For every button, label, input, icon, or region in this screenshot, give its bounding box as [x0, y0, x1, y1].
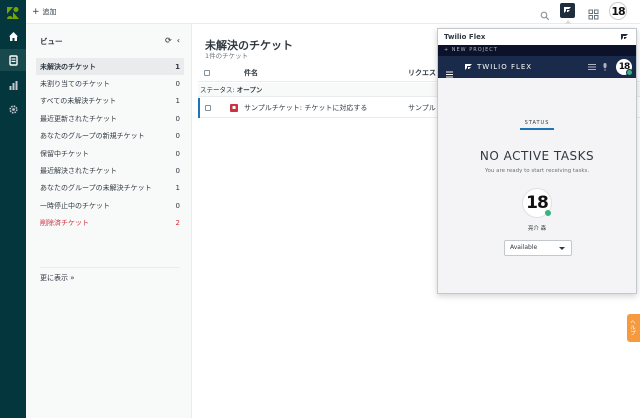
user-avatar[interactable]: 18 [609, 2, 627, 20]
view-item-label: 保留中チケット [40, 149, 89, 158]
twilio-flex-app-icon[interactable] [560, 3, 575, 18]
view-item-count: 0 [175, 132, 180, 141]
twilio-flex-popup: Twilio Flex + NEW PROJECT TWILIO FLEX 18… [437, 28, 637, 294]
agent-avatar-large: 18 [522, 188, 552, 218]
search-icon[interactable] [540, 6, 550, 21]
top-bar: + 追加 18 [26, 0, 640, 25]
no-active-tasks-heading: NO ACTIVE TASKS [479, 149, 595, 163]
view-item-count: 0 [175, 201, 180, 210]
flex-header-icons [588, 63, 608, 71]
flex-body: STATUS NO ACTIVE TASKS You are ready to … [438, 78, 636, 293]
show-more-link[interactable]: 更に表示 » [40, 273, 75, 283]
tab-status[interactable]: STATUS [438, 120, 636, 126]
agent-name: 亮介 森 [527, 226, 547, 232]
view-item-label: あなたのグループの新規チケット [40, 132, 145, 141]
zendesk-logo-icon[interactable] [6, 6, 20, 20]
views-icon[interactable] [0, 49, 26, 71]
add-button-label: 追加 [42, 8, 57, 16]
view-item-group-unsolved[interactable]: あなたのグループの未解決チケット 1 [36, 180, 184, 197]
view-item-count: 2 [175, 219, 180, 228]
view-item-label: 削除済チケット [40, 219, 89, 228]
views-header: ビュー ⟳ ‹ [40, 36, 180, 48]
view-item-unassigned[interactable]: 未割り当てのチケット 0 [36, 75, 184, 92]
view-item-all-unsolved[interactable]: すべての未解決チケット 1 [36, 93, 184, 110]
collapse-chevron-icon[interactable]: ‹ [177, 36, 180, 45]
tab-status-underline [520, 128, 554, 130]
views-heading: ビュー [40, 37, 63, 46]
add-button[interactable]: + 追加 [32, 5, 57, 19]
ticket-subject[interactable]: サンプルチケット: チケットに対応する [244, 103, 367, 113]
help-tab[interactable]: ヘルプ [627, 314, 640, 342]
flex-brand-text: TWILIO FLEX [477, 63, 533, 71]
twilio-flex-logo-icon [620, 32, 629, 41]
row-selected-indicator [198, 98, 200, 118]
availability-select[interactable]: Available [504, 240, 572, 256]
view-item-count: 1 [175, 62, 180, 71]
chevron-down-icon [559, 247, 565, 250]
view-item-count: 0 [175, 114, 180, 123]
microphone-icon[interactable] [602, 63, 608, 71]
apps-grid-icon[interactable] [588, 5, 599, 20]
list-icon[interactable] [588, 63, 596, 71]
online-status-dot [544, 209, 552, 217]
ticket-status-icon: ▪ [230, 104, 238, 112]
view-item-count: 1 [175, 184, 180, 193]
view-item-label: すべての未解決チケット [40, 97, 117, 106]
select-all-checkbox[interactable] [204, 70, 210, 76]
group-value: オープン [236, 86, 263, 94]
group-label: ステータス: [200, 86, 237, 94]
view-item-count: 0 [175, 167, 180, 176]
ticket-requester: サンプル [408, 104, 436, 112]
view-item-suspended[interactable]: 一時停止中のチケット 0 [36, 197, 184, 214]
view-item-count: 0 [175, 80, 180, 89]
view-item-pending[interactable]: 保留中チケット 0 [36, 145, 184, 162]
view-item-recently-solved[interactable]: 最近解決されたチケット 0 [36, 162, 184, 179]
flex-window-title: Twilio Flex [438, 29, 636, 45]
view-item-count: 1 [175, 97, 180, 106]
agent-avatar-small[interactable]: 18 [616, 59, 633, 76]
ready-message: You are ready to start receiving tasks. [484, 168, 590, 174]
view-item-label: 最近更新されたチケット [40, 114, 117, 123]
view-item-recently-updated[interactable]: 最近更新されたチケット 0 [36, 110, 184, 127]
views-sidebar: ビュー ⟳ ‹ 未解決のチケット 1 未割り当てのチケット 0 すべての未解決チ… [26, 24, 192, 418]
view-item-open-tickets[interactable]: 未解決のチケット 1 [36, 58, 184, 76]
view-item-count: 0 [175, 149, 180, 158]
view-item-label: 最近解決されたチケット [40, 167, 117, 176]
left-nav-rail [0, 0, 26, 418]
ticket-count: 1件のチケット [205, 52, 249, 60]
flex-window-title-text: Twilio Flex [444, 33, 486, 41]
views-divider [40, 267, 180, 268]
view-item-deleted[interactable]: 削除済チケット 2 [36, 215, 184, 232]
hamburger-menu-icon[interactable] [446, 63, 453, 78]
flex-brand: TWILIO FLEX [464, 61, 532, 73]
view-item-label: あなたのグループの未解決チケット [40, 184, 152, 193]
view-item-label: 未解決のチケット [40, 62, 96, 71]
view-item-label: 一時停止中のチケット [40, 201, 110, 210]
availability-value: Available [510, 244, 538, 251]
admin-gear-icon[interactable] [0, 98, 26, 120]
reports-icon[interactable] [0, 74, 26, 96]
flex-header-bar: TWILIO FLEX 18 [438, 56, 636, 78]
help-tab-label: ヘルプ [629, 319, 635, 336]
twilio-flex-logo-icon [465, 63, 472, 70]
new-project-bar[interactable]: + NEW PROJECT [438, 45, 636, 56]
home-icon[interactable] [0, 25, 26, 47]
view-item-label: 未割り当てのチケット [40, 80, 110, 89]
app-root: + 追加 18 ビュー ⟳ ‹ 未解決のチケット 1 未割り当てのチケット 0 … [0, 0, 640, 418]
refresh-icon[interactable]: ⟳ [165, 36, 172, 45]
view-list: 未解決のチケット 1 未割り当てのチケット 0 すべての未解決チケット 1 最近… [36, 58, 184, 232]
column-header-subject[interactable]: 件名 [244, 68, 258, 78]
column-header-requester[interactable]: リクエス [408, 68, 436, 78]
view-item-group-new[interactable]: あなたのグループの新規チケット 0 [36, 128, 184, 145]
row-checkbox[interactable] [205, 105, 211, 111]
plus-icon: + [32, 6, 40, 17]
